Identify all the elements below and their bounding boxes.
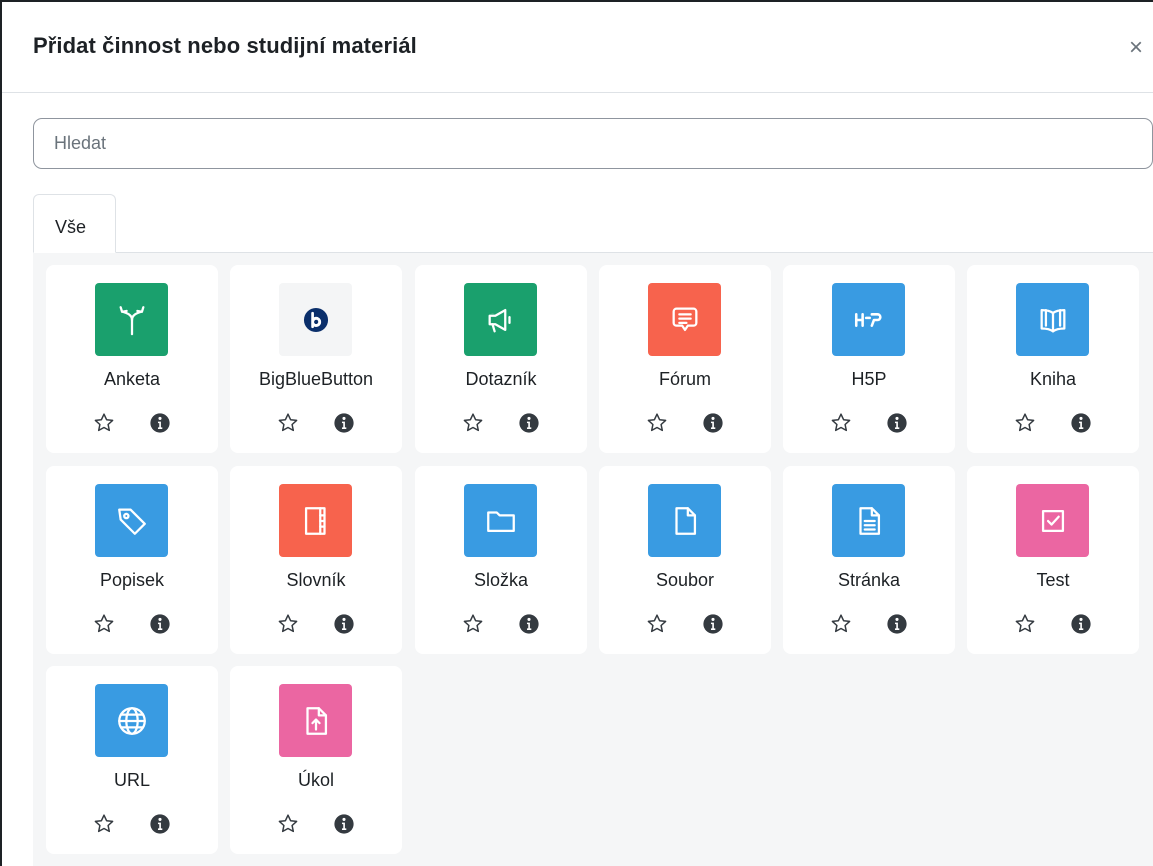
- h5p-icon: [832, 283, 905, 356]
- star-icon[interactable]: [1013, 612, 1037, 636]
- activity-label: Fórum: [658, 369, 711, 389]
- book-icon: [1016, 283, 1089, 356]
- info-icon[interactable]: [333, 813, 355, 835]
- modal-header: Přidat činnost nebo studijní materiál ×: [2, 2, 1153, 93]
- info-icon[interactable]: [1070, 412, 1092, 434]
- assignment-icon: [279, 684, 352, 757]
- star-icon[interactable]: [92, 612, 116, 636]
- activity-card-stranka[interactable]: Stránka: [783, 466, 955, 654]
- activity-card-test[interactable]: Test: [967, 466, 1139, 654]
- activity-card-ukol[interactable]: Úkol: [230, 666, 402, 854]
- info-icon[interactable]: [886, 412, 908, 434]
- activity-label: Stránka: [837, 570, 901, 590]
- activity-card-kniha[interactable]: Kniha: [967, 265, 1139, 453]
- activity-card-anketa[interactable]: Anketa: [46, 265, 218, 453]
- page-icon: [832, 484, 905, 557]
- activity-card-dotaznik[interactable]: Dotazník: [415, 265, 587, 453]
- modal-title: Přidat činnost nebo studijní materiál: [33, 33, 417, 58]
- close-icon[interactable]: ×: [1124, 36, 1148, 60]
- activity-card-url[interactable]: URL: [46, 666, 218, 854]
- star-icon[interactable]: [461, 411, 485, 435]
- star-icon[interactable]: [645, 411, 669, 435]
- star-icon[interactable]: [92, 411, 116, 435]
- file-icon: [648, 484, 721, 557]
- activity-card-forum[interactable]: Fórum: [599, 265, 771, 453]
- activity-card-slovnik[interactable]: Slovník: [230, 466, 402, 654]
- forum-icon: [648, 283, 721, 356]
- activity-label: Složka: [473, 570, 529, 590]
- activity-label: Popisek: [99, 570, 165, 590]
- activity-label: Soubor: [655, 570, 715, 590]
- glossary-icon: [279, 484, 352, 557]
- quiz-icon: [1016, 484, 1089, 557]
- star-icon[interactable]: [276, 812, 300, 836]
- star-icon[interactable]: [461, 612, 485, 636]
- choice-icon: [95, 283, 168, 356]
- info-icon[interactable]: [149, 613, 171, 635]
- info-icon[interactable]: [149, 813, 171, 835]
- star-icon[interactable]: [829, 612, 853, 636]
- add-activity-modal: Přidat činnost nebo studijní materiál × …: [0, 0, 1153, 866]
- activity-card-h5p[interactable]: H5P: [783, 265, 955, 453]
- star-icon[interactable]: [829, 411, 853, 435]
- activity-label: Slovník: [286, 570, 346, 590]
- folder-icon: [464, 484, 537, 557]
- activity-label: Dotazník: [465, 369, 537, 389]
- feedback-icon: [464, 283, 537, 356]
- activity-card-popisek[interactable]: Popisek: [46, 466, 218, 654]
- tab-all[interactable]: Vše: [33, 194, 116, 253]
- info-icon[interactable]: [518, 412, 540, 434]
- info-icon[interactable]: [149, 412, 171, 434]
- star-icon[interactable]: [92, 812, 116, 836]
- activity-label: Úkol: [297, 770, 334, 790]
- label-icon: [95, 484, 168, 557]
- info-icon[interactable]: [702, 613, 724, 635]
- search-input[interactable]: [33, 118, 1153, 169]
- info-icon[interactable]: [333, 412, 355, 434]
- star-icon[interactable]: [645, 612, 669, 636]
- info-icon[interactable]: [333, 613, 355, 635]
- activity-card-slozka[interactable]: Složka: [415, 466, 587, 654]
- activity-label: Test: [1036, 570, 1070, 590]
- star-icon[interactable]: [1013, 411, 1037, 435]
- activity-label: URL: [113, 770, 150, 790]
- info-icon[interactable]: [1070, 613, 1092, 635]
- activity-label: BigBlueButton: [258, 369, 374, 389]
- info-icon[interactable]: [702, 412, 724, 434]
- activity-card-bigbluebutton[interactable]: BigBlueButton: [230, 265, 402, 453]
- activity-label: Kniha: [1029, 369, 1077, 389]
- activity-label: Anketa: [103, 369, 161, 389]
- bigbluebutton-icon: [279, 283, 352, 356]
- activity-card-soubor[interactable]: Soubor: [599, 466, 771, 654]
- url-icon: [95, 684, 168, 757]
- activity-grid: Anketa BigBlueButton Dotazník Fórum H5P …: [33, 253, 1153, 866]
- info-icon[interactable]: [886, 613, 908, 635]
- activity-label: H5P: [851, 369, 887, 389]
- star-icon[interactable]: [276, 411, 300, 435]
- info-icon[interactable]: [518, 613, 540, 635]
- star-icon[interactable]: [276, 612, 300, 636]
